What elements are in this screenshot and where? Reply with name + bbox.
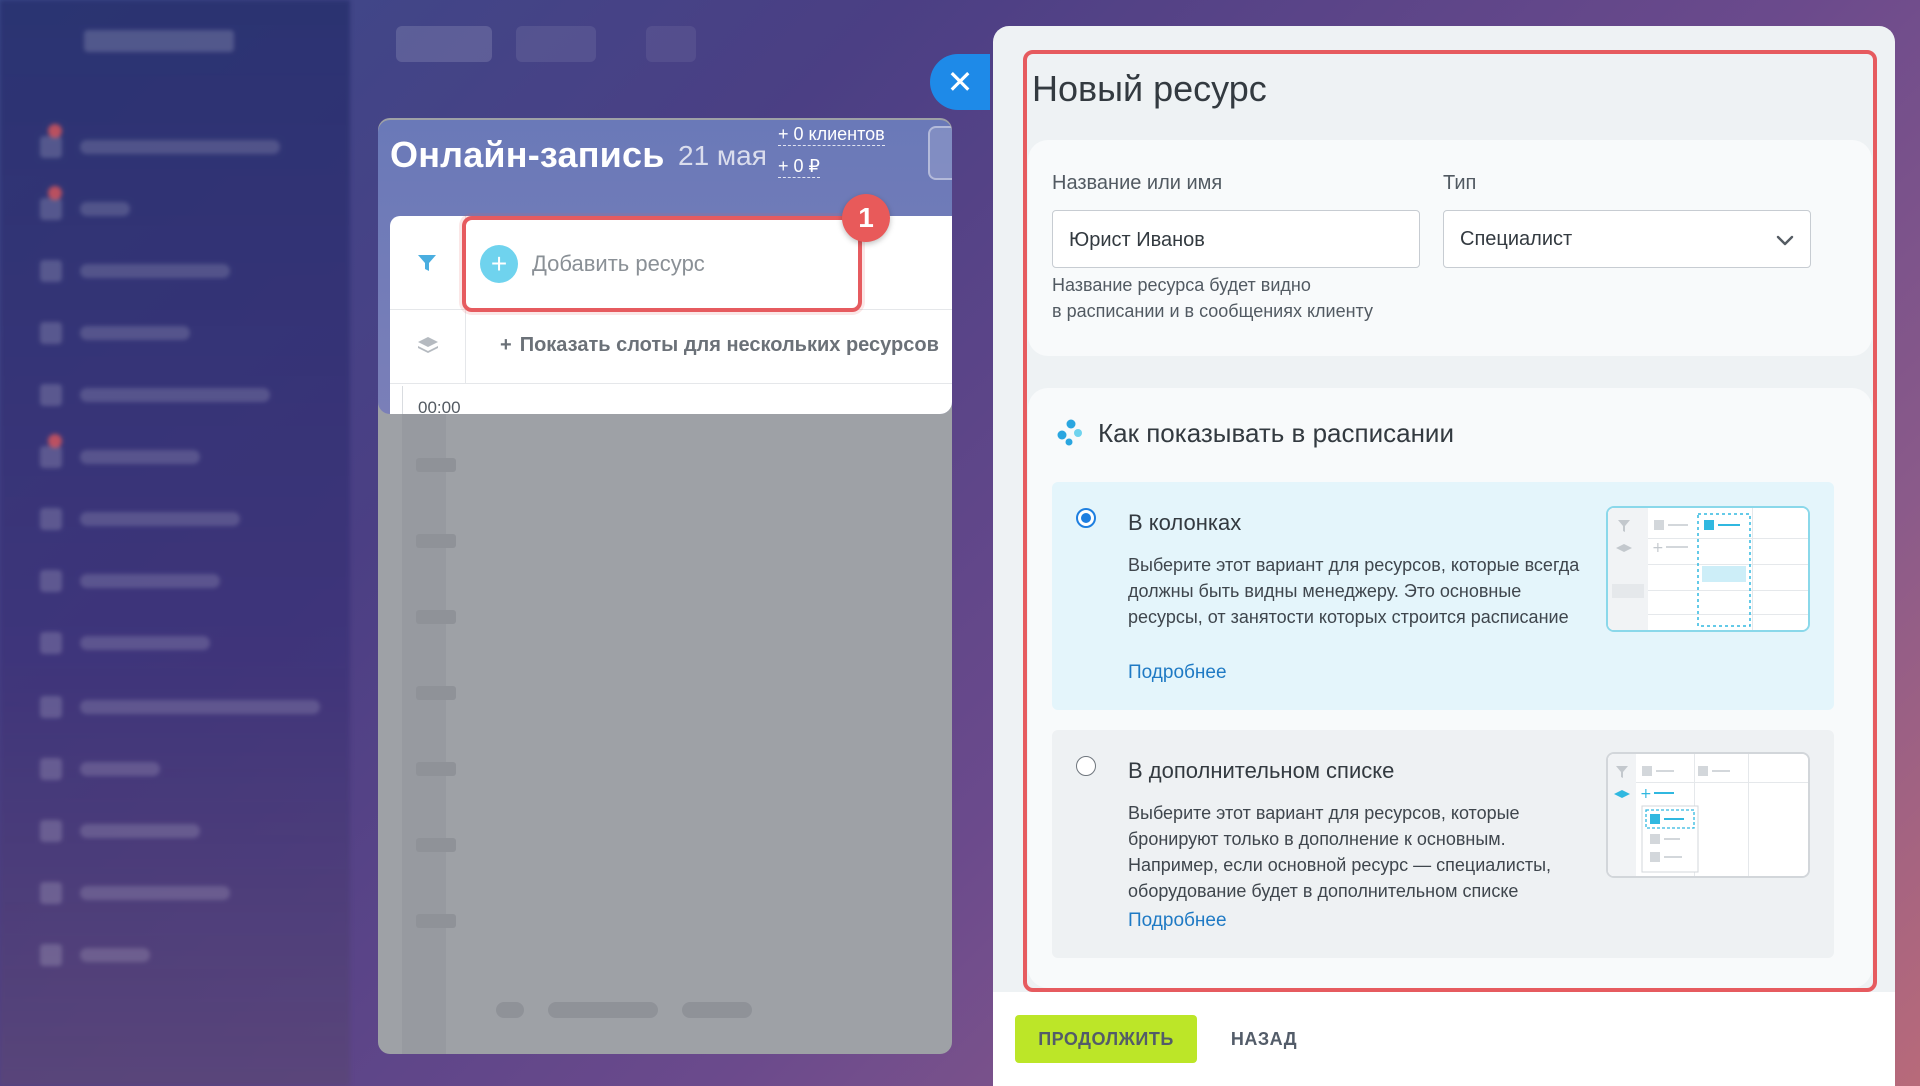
chevron-down-icon [1776, 235, 1794, 246]
step-badge: 1 [842, 194, 890, 242]
calendar-date[interactable]: 21 мая [678, 140, 767, 172]
plus-icon: + [500, 334, 512, 356]
background-tab [516, 26, 596, 62]
close-icon: ✕ [946, 64, 974, 100]
filter-icon[interactable] [416, 252, 438, 274]
background-sidebar [0, 0, 350, 1086]
background-nav-item [40, 632, 210, 654]
columns-preview-illustration: + [1606, 506, 1810, 632]
slots-row: + Показать слоты для нескольких ресурсов [390, 310, 952, 384]
add-resource-label: Добавить ресурс [532, 251, 705, 276]
type-select[interactable]: Специалист [1443, 210, 1811, 268]
svg-text:+: + [1640, 786, 1652, 802]
option-title: В колонках [1128, 510, 1242, 535]
background-nav-item [40, 434, 200, 468]
background-nav-item [40, 508, 240, 530]
close-button[interactable]: ✕ [930, 54, 990, 110]
option-description: Выберите этот вариант для ресурсов, кото… [1128, 555, 1580, 627]
background-nav-item [40, 882, 230, 904]
clients-stat[interactable]: + 0 клиентов [778, 124, 885, 146]
background-nav-item [40, 696, 320, 718]
layers-column [390, 310, 466, 383]
clients-stat-value: + 0 клиентов [778, 124, 885, 146]
calendar-title: Онлайн-запись [390, 134, 665, 175]
show-slots-label: Показать слоты для нескольких ресурсов [519, 334, 939, 356]
type-field-label: Тип [1443, 172, 1477, 194]
option-list[interactable]: В дополнительном списке Выберите этот ва… [1052, 730, 1834, 958]
background-nav-item [40, 758, 160, 780]
radio-columns[interactable] [1076, 508, 1096, 528]
name-field-label: Название или имя [1052, 172, 1223, 194]
list-preview-icon: + [1608, 754, 1808, 876]
background-nav-item [40, 570, 220, 592]
name-hint: Название ресурса будет видно в расписани… [1052, 272, 1373, 324]
money-stat-value: + 0 ₽ [778, 156, 820, 178]
layers-icon[interactable] [416, 334, 440, 358]
display-mode-icon [1057, 419, 1082, 446]
background-nav-item [40, 384, 270, 406]
back-button[interactable]: НАЗАД [1216, 1015, 1312, 1063]
list-preview-illustration: + [1606, 752, 1810, 878]
more-link[interactable]: Подробнее [1128, 662, 1227, 684]
background-nav-item [40, 260, 230, 282]
calendar-side-button[interactable] [928, 126, 952, 180]
background-tab [646, 26, 696, 62]
time-divider [402, 386, 403, 414]
background-logo [84, 30, 234, 52]
name-hint-line: в расписании и в сообщениях клиенту [1052, 301, 1373, 321]
panel-title: Новый ресурс [1032, 68, 1267, 109]
name-input[interactable]: Юрист Иванов [1052, 210, 1420, 268]
type-select-value: Специалист [1460, 228, 1573, 250]
plus-circle-icon: + [480, 245, 518, 283]
money-stat[interactable]: + 0 ₽ [778, 156, 820, 178]
option-description: Выберите этот вариант для ресурсов, кото… [1128, 803, 1552, 901]
filter-column [390, 216, 466, 309]
more-link[interactable]: Подробнее [1128, 910, 1227, 932]
svg-text:+: + [1652, 540, 1664, 556]
name-hint-line: Название ресурса будет видно [1052, 275, 1311, 295]
option-title: В дополнительном списке [1128, 758, 1395, 783]
time-label: 00:00 [418, 398, 461, 414]
show-slots-link[interactable]: + Показать слоты для нескольких ресурсов [500, 334, 939, 357]
columns-preview-icon: + [1608, 508, 1808, 630]
radio-list[interactable] [1076, 756, 1096, 776]
background-nav-item [40, 944, 150, 966]
background-nav-item [40, 322, 190, 344]
background-nav-item [40, 124, 280, 158]
continue-button[interactable]: ПРОДОЛЖИТЬ [1015, 1015, 1197, 1063]
option-columns[interactable]: В колонках Выберите этот вариант для рес… [1052, 482, 1834, 710]
background-nav-item [40, 820, 200, 842]
background-nav-item [40, 186, 130, 220]
display-mode-title: Как показывать в расписании [1098, 418, 1454, 448]
background-tab [396, 26, 492, 62]
add-resource-button[interactable]: + Добавить ресурс [462, 216, 862, 312]
